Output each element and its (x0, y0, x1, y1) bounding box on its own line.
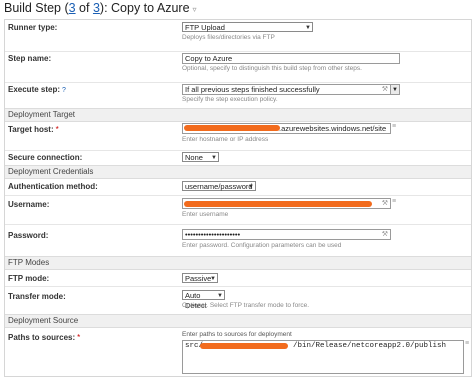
target-host-label-text: Target host: (8, 125, 54, 134)
dropdown-arrow-icon: ▼ (392, 87, 398, 93)
auth-method-select[interactable]: username/password ▼ (182, 181, 256, 191)
step-name-hint: Optional, specify to distinguish this bu… (182, 65, 362, 72)
wrench-icon: ⚒ (381, 200, 388, 207)
paths-label: Paths to sources: * (8, 333, 80, 342)
parameters-list-icon[interactable]: ≡ (465, 340, 469, 347)
step-total-link[interactable]: 3 (93, 1, 100, 15)
ftp-mode-label: FTP mode: (8, 274, 50, 283)
username-label: Username: (8, 200, 50, 209)
step-name-row: Step name: Copy to Azure Optional, speci… (5, 51, 471, 83)
page-title: Build Step (3 of 3): Copy to Azure ▿ (4, 1, 197, 17)
execute-step-hint: Specify the step execution policy. (182, 96, 278, 103)
paths-label-text: Paths to sources: (8, 333, 76, 342)
target-host-row: Target host: * .azurewebsites.windows.net… (5, 122, 471, 151)
username-row: Username: ⚒ ≡ Enter username (5, 195, 471, 225)
section-deployment-source: Deployment Source (5, 314, 471, 328)
execute-step-value: If all previous steps finished successfu… (185, 85, 320, 94)
parameters-list-icon[interactable]: ≡ (392, 198, 396, 205)
execute-step-label: Execute step:? (8, 85, 66, 94)
password-label: Password: (8, 231, 49, 240)
paths-value-suffix: /bin/Release/netcoreapp2.0/publish (293, 342, 447, 350)
transfer-mode-label: Transfer mode: (8, 292, 66, 301)
execute-step-combo[interactable]: If all previous steps finished successfu… (182, 84, 391, 95)
secure-connection-select[interactable]: None ▼ (182, 152, 219, 162)
dropdown-arrow-icon: ▼ (210, 276, 216, 282)
section-ftp-modes-title: FTP Modes (8, 258, 50, 267)
password-value: ••••••••••••••••••••• (185, 230, 241, 239)
runner-type-row: Runner type: FTP Upload ▼ Deploys files/… (5, 20, 471, 52)
redaction-mark (200, 343, 288, 349)
auth-method-label: Authentication method: (8, 182, 98, 191)
username-hint: Enter username (182, 211, 229, 218)
runner-type-select[interactable]: FTP Upload ▼ (182, 22, 313, 32)
dropdown-arrow-icon: ▼ (248, 184, 254, 190)
password-hint: Enter password. Configuration parameters… (182, 242, 342, 249)
section-ftp-modes: FTP Modes (5, 256, 471, 270)
ftp-mode-value: Passive (185, 274, 212, 283)
dropdown-arrow-icon: ▼ (305, 25, 311, 31)
dropdown-arrow-icon: ▼ (217, 293, 223, 299)
wrench-icon: ⚒ (381, 86, 388, 93)
title-of: of (75, 1, 93, 15)
section-deployment-target: Deployment Target (5, 108, 471, 122)
parameters-list-icon[interactable]: ≡ (392, 123, 396, 130)
step-name-value: Copy to Azure (185, 54, 233, 63)
runner-type-hint: Deploys files/directories via FTP (182, 34, 275, 41)
paths-hint: Enter paths to sources for deployment (182, 331, 292, 338)
transfer-mode-hint: Optional. Select FTP transfer mode to fo… (182, 302, 310, 309)
section-deployment-credentials: Deployment Credentials (5, 165, 471, 179)
execute-step-label-text: Execute step: (8, 85, 61, 94)
password-row: Password: ••••••••••••••••••••• ⚒ Enter … (5, 224, 471, 257)
password-input[interactable]: ••••••••••••••••••••• ⚒ (182, 229, 391, 240)
section-deployment-target-title: Deployment Target (8, 110, 75, 119)
required-marker: * (55, 125, 59, 134)
transfer-mode-row: Transfer mode: Auto Detect ▼ Optional. S… (5, 286, 471, 315)
ftp-mode-select[interactable]: Passive ▼ (182, 273, 218, 283)
step-current-link[interactable]: 3 (69, 1, 76, 15)
runner-type-value: FTP Upload (185, 23, 225, 32)
target-host-label: Target host: * (8, 125, 59, 134)
transfer-mode-select[interactable]: Auto Detect ▼ (182, 290, 225, 310)
target-host-hint: Enter hostname or IP address (182, 136, 269, 143)
redaction-mark (184, 125, 280, 131)
help-icon[interactable]: ? (62, 87, 66, 94)
execute-step-row: Execute step:? If all previous steps fin… (5, 82, 471, 109)
redaction-mark (184, 201, 372, 207)
paths-row: Paths to sources: * Enter paths to source… (5, 328, 471, 375)
auth-method-value: username/password (185, 182, 253, 191)
step-name-input[interactable]: Copy to Azure (182, 53, 400, 64)
section-deployment-source-title: Deployment Source (8, 316, 79, 325)
auth-method-row: Authentication method: username/password… (5, 179, 471, 196)
dropdown-arrow-icon: ▼ (211, 155, 217, 161)
ftp-mode-row: FTP mode: Passive ▼ (5, 270, 471, 287)
build-step-form: Runner type: FTP Upload ▼ Deploys files/… (4, 19, 472, 377)
section-deployment-credentials-title: Deployment Credentials (8, 167, 94, 176)
runner-type-label: Runner type: (8, 23, 58, 32)
title-suffix: ): Copy to Azure (99, 1, 190, 15)
secure-connection-label: Secure connection: (8, 153, 83, 162)
step-name-label: Step name: (8, 54, 52, 63)
wrench-icon: ⚒ (381, 231, 388, 238)
target-host-value: .azurewebsites.windows.net/site (279, 124, 387, 133)
required-marker: * (77, 333, 81, 342)
title-menu-chevron-icon[interactable]: ▿ (193, 5, 197, 14)
title-prefix: Build Step ( (4, 1, 69, 15)
execute-step-dropdown-button[interactable]: ▼ (391, 84, 400, 95)
secure-connection-row: Secure connection: None ▼ (5, 150, 471, 166)
secure-connection-value: None (185, 153, 203, 162)
